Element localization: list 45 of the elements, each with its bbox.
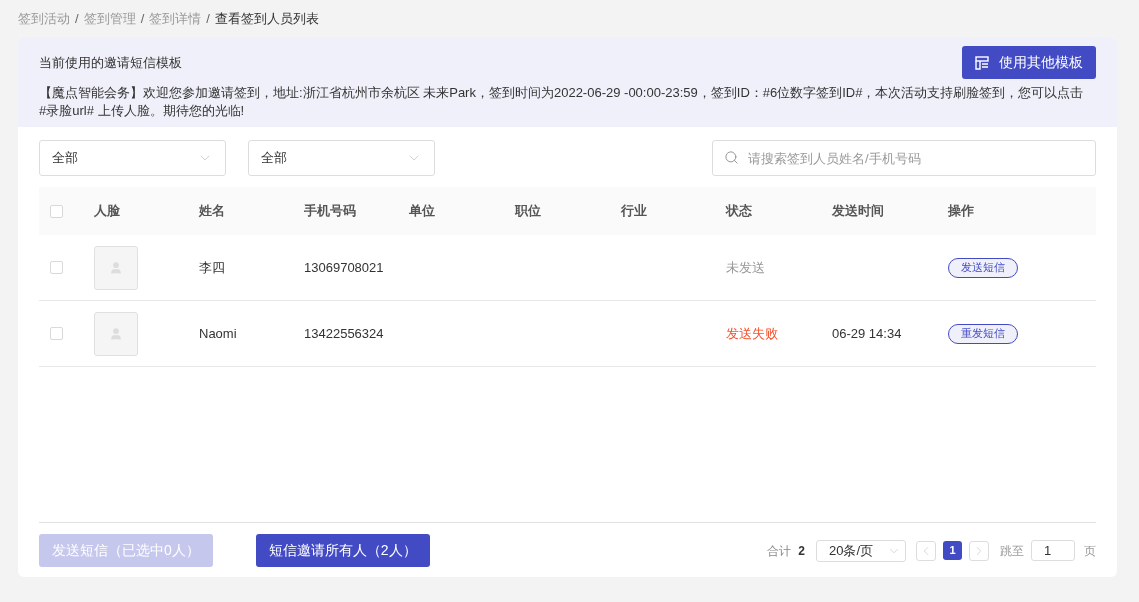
filter-dropdown[interactable]: 全部 xyxy=(39,140,226,176)
checkbox[interactable] xyxy=(50,204,63,218)
column-header: 状态 xyxy=(726,203,752,219)
page-size-dropdown[interactable]: 20条/页 xyxy=(816,539,906,562)
use-other-template-button[interactable]: 使用其他模板 xyxy=(962,46,1096,79)
status-text: 发送失败 xyxy=(726,325,778,341)
send-all-button[interactable]: 短信邀请所有人（2人） xyxy=(255,534,430,567)
column-header: 行业 xyxy=(621,203,647,219)
sms-action-button[interactable]: 发送短信 xyxy=(948,257,1018,278)
page-suffix: 页 xyxy=(1084,542,1096,560)
previous-page-button[interactable] xyxy=(916,540,936,561)
breadcrumb-separator: / xyxy=(75,9,79,28)
template-icon xyxy=(975,55,989,70)
column-header: 职位 xyxy=(515,203,541,219)
breadcrumb-item: 查看签到人员列表 xyxy=(214,9,319,28)
total-label: 合计 xyxy=(767,542,792,560)
breadcrumb-separator: / xyxy=(206,9,210,28)
column-header: 姓名 xyxy=(199,203,225,219)
page-button[interactable]: 1 xyxy=(943,541,962,560)
next-page-button[interactable] xyxy=(969,540,989,561)
checkbox[interactable] xyxy=(50,327,63,340)
table-cell: Naomi xyxy=(199,325,237,341)
checkbox[interactable] xyxy=(50,261,63,274)
filter-dropdown[interactable]: 全部 xyxy=(248,140,435,176)
column-header: 人脸 xyxy=(94,203,120,219)
column-header: 操作 xyxy=(948,203,974,219)
search-field[interactable]: 请搜索签到人员姓名/手机号码 xyxy=(712,140,1096,176)
breadcrumb-separator: / xyxy=(140,9,145,28)
person-icon xyxy=(109,260,123,275)
table-cell: 13422556324 xyxy=(304,325,384,341)
page-jump-field[interactable]: 1 xyxy=(1031,540,1075,561)
column-header: 单位 xyxy=(409,203,435,219)
template-text: 【魔点智能会务】欢迎您参加邀请签到，地址:浙江省杭州市余杭区 未来Park，签到时间为2022-06-29 -00:00-23:59，签到ID：#6位数字签到ID#，本次活动支持刷脸签到，您可以点击#录脸url# 上传人脸。期待您的光临! xyxy=(39,84,1085,120)
person-icon xyxy=(109,326,123,341)
table-cell: 13069708021 xyxy=(304,259,384,275)
column-header: 手机号码 xyxy=(304,203,356,219)
status-text: 未发送 xyxy=(726,259,765,275)
jump-label: 跳至 xyxy=(1000,542,1024,560)
table-cell: 06-29 14:34 xyxy=(832,325,902,341)
column-header: 发送时间 xyxy=(832,203,884,219)
total-count: 2 xyxy=(798,542,805,560)
search-icon xyxy=(724,150,739,165)
sms-action-button[interactable]: 重发短信 xyxy=(948,323,1018,344)
table-cell: 李四 xyxy=(199,259,225,275)
template-title: 当前使用的邀请短信模板 xyxy=(39,53,182,72)
